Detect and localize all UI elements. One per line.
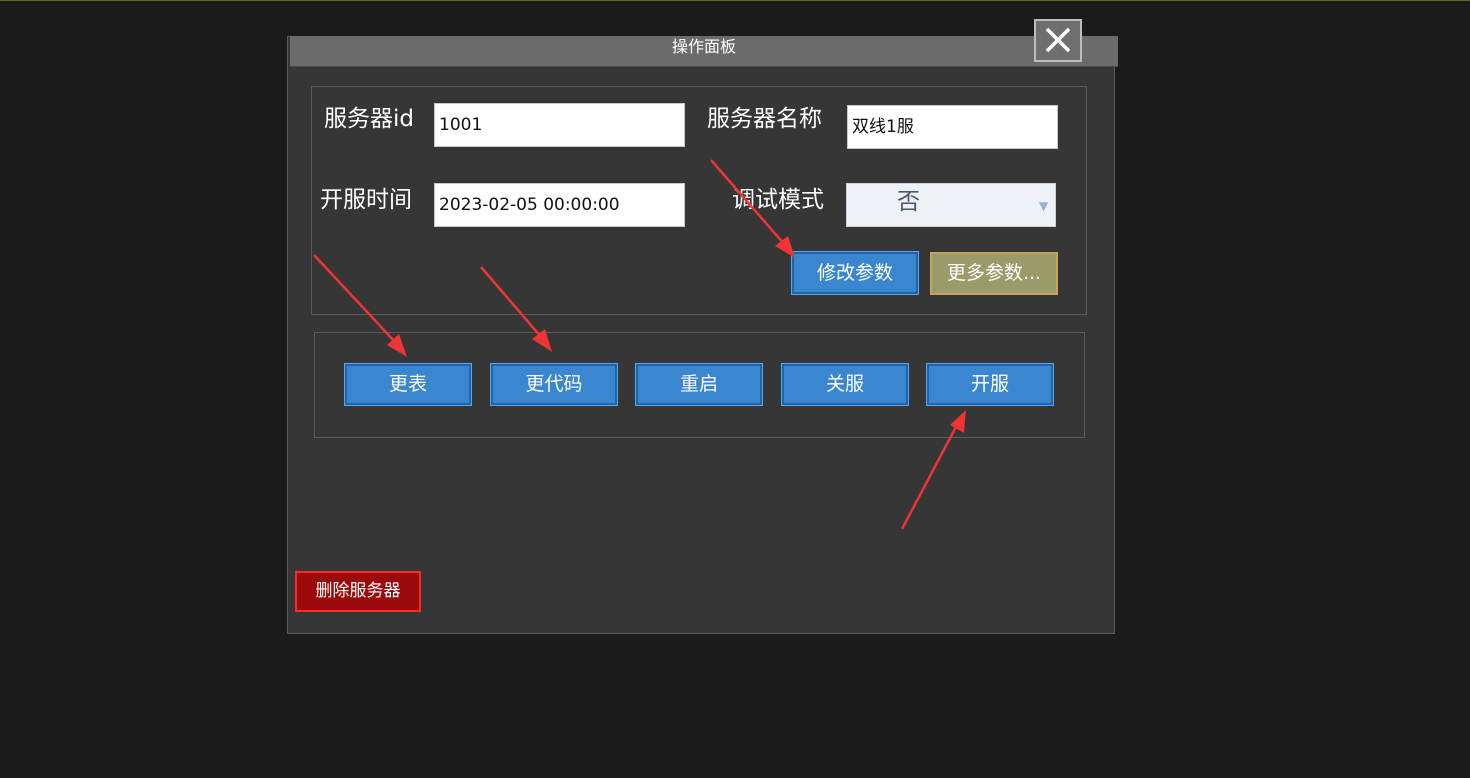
close-button[interactable] — [1034, 19, 1082, 62]
top-border-line — [0, 0, 1470, 1]
panel-title-bar: 操作面板 — [290, 36, 1118, 67]
start-server-button[interactable]: 开服 — [926, 363, 1054, 406]
chevron-down-icon: ▼ — [1039, 199, 1049, 213]
server-name-input[interactable]: 双线1服 — [847, 105, 1058, 149]
debug-mode-select[interactable]: 否 ▼ — [846, 183, 1056, 227]
close-icon — [1045, 27, 1071, 53]
debug-mode-label: 调试模式 — [732, 187, 824, 213]
more-params-button[interactable]: 更多参数... — [930, 252, 1058, 295]
update-table-button[interactable]: 更表 — [344, 363, 472, 406]
server-id-label: 服务器id — [324, 106, 414, 132]
shutdown-button[interactable]: 关服 — [781, 363, 909, 406]
server-id-input[interactable]: 1001 — [434, 103, 685, 147]
update-code-button[interactable]: 更代码 — [490, 363, 618, 406]
open-time-label: 开服时间 — [320, 187, 412, 213]
debug-mode-value: 否 — [897, 189, 920, 215]
server-name-label: 服务器名称 — [707, 106, 822, 132]
restart-button[interactable]: 重启 — [635, 363, 763, 406]
open-time-input[interactable]: 2023-02-05 00:00:00 — [434, 183, 685, 227]
modify-params-button[interactable]: 修改参数 — [791, 251, 919, 295]
delete-server-button[interactable]: 删除服务器 — [295, 571, 421, 612]
panel-title: 操作面板 — [671, 37, 736, 56]
